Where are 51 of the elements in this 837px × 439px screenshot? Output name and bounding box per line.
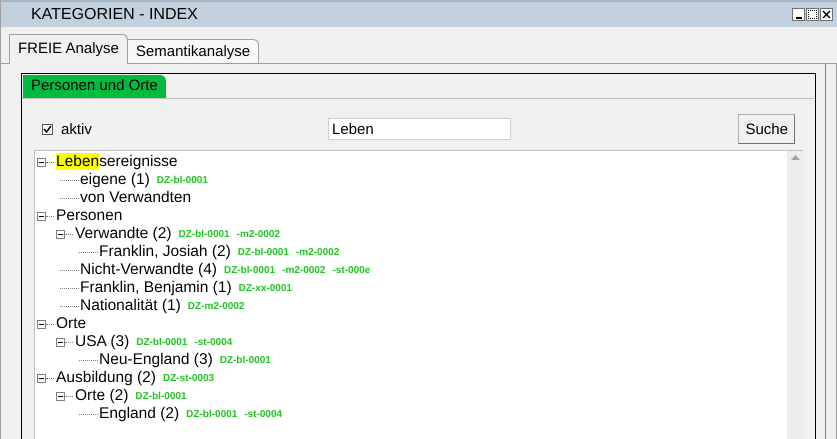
tab[interactable]: Personen und Orte [23,75,166,98]
tree-item[interactable]: Neu-England (3) [99,351,213,369]
minimize-icon[interactable] [792,8,805,21]
tree-item[interactable]: Orte (2) [75,387,128,405]
tab[interactable]: Semantikanalyse [126,39,260,63]
code-tag: -m2-0002 [296,246,340,258]
code-tag: DZ-st-0003 [162,372,214,384]
close-icon[interactable] [820,8,833,21]
tree-item[interactable]: USA (3) [75,333,130,351]
collapse-icon[interactable] [37,212,46,220]
code-tag: -m2-0002 [282,264,326,276]
collapse-icon[interactable] [37,320,46,328]
code-tag: DZ-bl-0001 [136,336,188,348]
checkbox-label: aktiv [61,120,92,138]
tree-item[interactable]: Verwandte (2) [75,225,172,243]
checkbox[interactable] [42,124,53,134]
tree-item[interactable]: Personen [56,207,122,225]
tree-item[interactable]: von Verwandten [80,189,192,207]
code-tag: -st-0004 [244,408,282,420]
scrollbar[interactable] [787,151,803,439]
search-button[interactable]: Suche [738,114,795,144]
collapse-icon[interactable] [56,230,65,238]
tab[interactable]: FREIE Analyse [9,34,128,64]
tree-item[interactable]: eigene (1) [80,171,150,189]
window-title: KATEGORIEN - INDEX [30,6,198,24]
collapse-icon[interactable] [37,158,46,166]
tree-item[interactable]: Franklin, Josiah (2) [99,243,231,261]
tree-item[interactable]: Orte [56,315,86,333]
code-tag: -st-0004 [194,336,232,348]
tree-item[interactable]: England (2) [99,405,180,423]
search-field[interactable]: Leben [328,118,511,140]
code-tag: -st-000e [332,264,370,276]
tree-item[interactable]: Ausbildung (2) [56,369,156,387]
code-tag: DZ-bl-0001 [135,390,187,402]
collapse-icon[interactable] [56,392,65,400]
code-tag: DZ-bl-0001 [186,408,238,420]
code-tag: DZ-m2-0002 [188,300,244,312]
maximize-icon[interactable] [806,8,819,21]
collapse-icon[interactable] [37,374,46,382]
collapse-icon[interactable] [56,338,65,346]
code-tag: DZ-bl-0001 [156,174,208,186]
tree-item[interactable]: Nicht-Verwandte (4) [80,261,217,279]
code-tag: -m2-0002 [236,228,280,240]
code-tag: DZ-bl-0001 [220,354,271,366]
tree-item[interactable]: Nationalität (1) [80,297,181,315]
code-tag: DZ-bl-0001 [178,228,230,240]
code-tag: DZ-xx-0001 [238,282,292,294]
code-tag: DZ-bl-0001 [238,246,289,258]
tree-item[interactable]: Franklin, Benjamin (1) [80,279,232,297]
code-tag: DZ-bl-0001 [224,264,276,276]
tree-item[interactable]: Lebensereignisse [56,153,178,171]
